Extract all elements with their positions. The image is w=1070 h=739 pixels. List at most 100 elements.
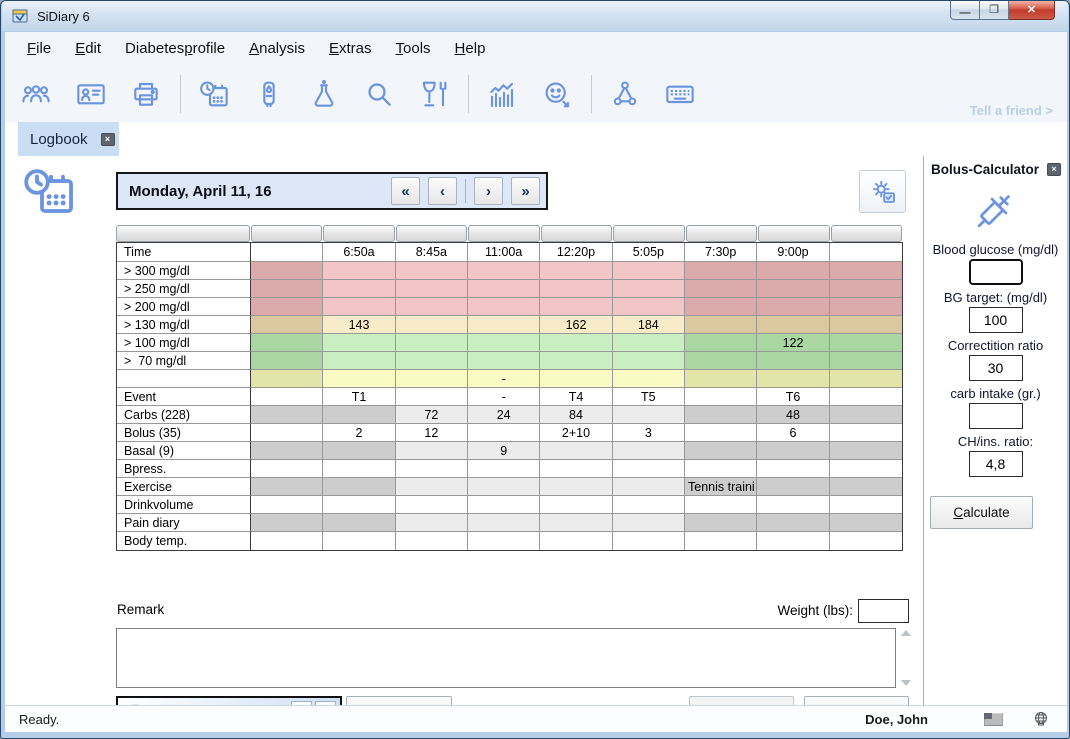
table-cell[interactable] <box>396 262 468 280</box>
menu-edit[interactable]: Edit <box>63 36 113 61</box>
table-cell[interactable] <box>468 532 540 550</box>
table-cell[interactable] <box>323 442 395 460</box>
table-cell[interactable]: 9 <box>468 442 540 460</box>
table-cell[interactable] <box>468 478 540 496</box>
table-cell[interactable] <box>613 460 685 478</box>
table-cell[interactable] <box>830 262 902 280</box>
table-cell[interactable] <box>613 442 685 460</box>
table-cell[interactable] <box>540 442 612 460</box>
table-cell[interactable] <box>540 496 612 514</box>
table-cell[interactable] <box>613 262 685 280</box>
table-cell[interactable] <box>685 334 757 352</box>
language-flag-icon[interactable] <box>984 713 1003 726</box>
time-column-header[interactable]: 11:00a <box>468 243 540 262</box>
table-cell[interactable] <box>685 406 757 424</box>
table-cell[interactable] <box>251 334 323 352</box>
table-cell[interactable]: - <box>468 388 540 406</box>
column-header-button[interactable] <box>613 225 684 242</box>
table-cell[interactable] <box>396 298 468 316</box>
time-column-header[interactable] <box>830 243 902 262</box>
time-column-header[interactable]: 9:00p <box>757 243 829 262</box>
minimize-button[interactable]: — <box>950 1 980 20</box>
table-cell[interactable] <box>396 478 468 496</box>
table-cell[interactable] <box>830 316 902 334</box>
table-cell[interactable] <box>613 298 685 316</box>
table-cell[interactable] <box>251 298 323 316</box>
table-cell[interactable] <box>251 532 323 550</box>
lab-values-icon[interactable] <box>307 77 341 111</box>
column-header-button[interactable] <box>323 225 394 242</box>
logbook-settings-button[interactable] <box>859 170 906 213</box>
time-column-header[interactable]: 5:05p <box>613 243 685 262</box>
table-cell[interactable] <box>251 514 323 532</box>
table-cell[interactable] <box>757 514 829 532</box>
table-cell[interactable] <box>685 442 757 460</box>
table-cell[interactable] <box>757 316 829 334</box>
table-cell[interactable] <box>830 352 902 370</box>
table-cell[interactable] <box>323 514 395 532</box>
table-cell[interactable] <box>685 388 757 406</box>
table-cell[interactable] <box>251 352 323 370</box>
table-cell[interactable] <box>613 352 685 370</box>
table-cell[interactable] <box>468 496 540 514</box>
table-cell[interactable]: 143 <box>323 316 395 334</box>
table-cell[interactable] <box>323 262 395 280</box>
glucose-meter-icon[interactable] <box>252 77 286 111</box>
panel-close-icon[interactable]: × <box>1047 163 1061 176</box>
table-cell[interactable] <box>468 262 540 280</box>
table-cell[interactable] <box>396 352 468 370</box>
weight-input[interactable] <box>858 599 909 623</box>
table-cell[interactable] <box>613 514 685 532</box>
calculate-button[interactable]: Calculate <box>930 496 1033 529</box>
table-cell[interactable] <box>613 370 685 388</box>
table-cell[interactable] <box>830 460 902 478</box>
table-cell[interactable] <box>396 370 468 388</box>
table-cell[interactable] <box>685 352 757 370</box>
table-cell[interactable] <box>613 478 685 496</box>
table-cell[interactable] <box>685 514 757 532</box>
table-cell[interactable] <box>468 316 540 334</box>
table-cell[interactable]: 3 <box>613 424 685 442</box>
table-cell[interactable] <box>251 460 323 478</box>
table-cell[interactable] <box>468 514 540 532</box>
search-icon[interactable] <box>362 77 396 111</box>
table-cell[interactable] <box>540 334 612 352</box>
maximize-button[interactable]: ❐ <box>980 1 1009 20</box>
table-cell[interactable] <box>757 532 829 550</box>
previous-day-button[interactable]: ‹ <box>428 177 457 205</box>
table-cell[interactable]: 72 <box>396 406 468 424</box>
table-cell[interactable] <box>830 388 902 406</box>
table-cell[interactable] <box>757 442 829 460</box>
table-cell[interactable] <box>613 334 685 352</box>
menu-diabetesprofile[interactable]: Diabetesprofile <box>113 36 237 61</box>
table-cell[interactable] <box>757 298 829 316</box>
table-cell[interactable] <box>323 352 395 370</box>
table-cell[interactable] <box>468 460 540 478</box>
table-cell[interactable] <box>613 406 685 424</box>
column-header-button[interactable] <box>541 225 612 242</box>
table-cell[interactable] <box>830 478 902 496</box>
table-cell[interactable] <box>685 262 757 280</box>
table-cell[interactable] <box>251 478 323 496</box>
time-column-header[interactable] <box>251 243 323 262</box>
table-cell[interactable]: 6 <box>757 424 829 442</box>
table-cell[interactable] <box>396 514 468 532</box>
remark-scrollbar[interactable] <box>898 628 913 688</box>
scroll-up-icon[interactable] <box>901 630 911 636</box>
table-cell[interactable] <box>757 262 829 280</box>
table-cell[interactable] <box>540 370 612 388</box>
table-cell[interactable] <box>396 460 468 478</box>
table-cell[interactable]: T1 <box>323 388 395 406</box>
table-cell[interactable] <box>396 334 468 352</box>
wizard-smiley-icon[interactable] <box>540 77 574 111</box>
table-cell[interactable] <box>396 280 468 298</box>
online-globe-icon[interactable] <box>1033 711 1049 727</box>
table-cell[interactable] <box>830 532 902 550</box>
table-cell[interactable] <box>251 280 323 298</box>
table-cell[interactable] <box>323 532 395 550</box>
table-cell[interactable] <box>251 406 323 424</box>
table-cell[interactable] <box>685 280 757 298</box>
table-cell[interactable] <box>613 496 685 514</box>
bolus-field-input[interactable] <box>969 259 1023 285</box>
table-cell[interactable] <box>251 424 323 442</box>
